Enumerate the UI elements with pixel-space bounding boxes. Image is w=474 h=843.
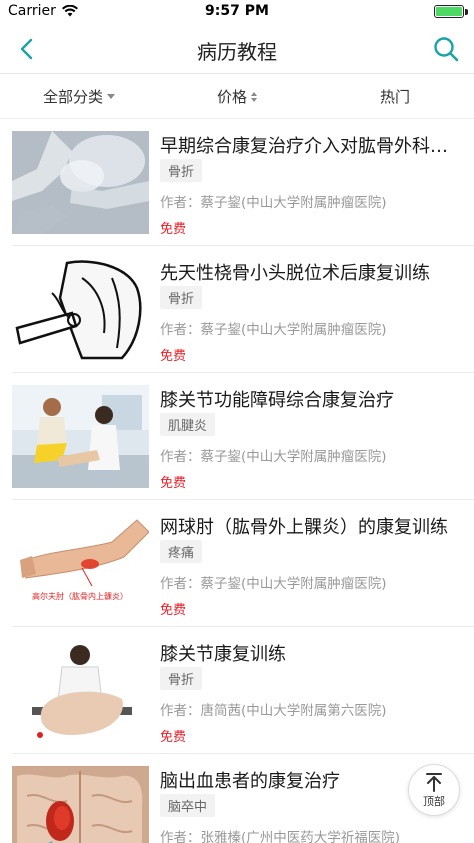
course-item[interactable]: 早期综合康复治疗介入对肱骨外科… 骨折 作者：蔡子鋆(中山大学附属肿瘤医院) 免…: [12, 119, 474, 246]
course-list: 早期综合康复治疗介入对肱骨外科… 骨折 作者：蔡子鋆(中山大学附属肿瘤医院) 免…: [0, 119, 474, 843]
course-author: 作者：蔡子鋆(中山大学附属肿瘤医院): [160, 576, 387, 592]
course-title: 膝关节康复训练: [160, 644, 286, 665]
course-tag: 骨折: [160, 286, 203, 309]
course-thumbnail-elbow: 高尔夫肘（肱骨内上髁炎）: [12, 512, 149, 615]
course-tag: 肌腱炎: [160, 413, 216, 436]
filter-category-label: 全部分类: [42, 88, 103, 106]
course-item[interactable]: 脑出血患者的康复治疗 脑卒中 作者：张雅榛(广州中医药大学祈福医院): [12, 754, 474, 843]
course-thumbnail-knee-training: [12, 639, 149, 742]
page-title: 病历教程: [197, 40, 277, 64]
course-author: 作者：唐简茜(中山大学附属第六医院): [160, 703, 387, 719]
filter-popular[interactable]: 热门: [316, 75, 474, 118]
course-title: 膝关节功能障碍综合康复治疗: [160, 390, 394, 411]
search-icon[interactable]: [432, 35, 460, 63]
course-tag: 脑卒中: [160, 794, 216, 817]
course-item[interactable]: 膝关节功能障碍综合康复治疗 肌腱炎 作者：蔡子鋆(中山大学附属肿瘤医院) 免费: [12, 373, 474, 500]
battery-cap: [465, 9, 468, 15]
course-tag: 骨折: [160, 667, 203, 690]
arrow-up-icon: [426, 772, 442, 792]
course-thumbnail-xray: [12, 131, 149, 234]
filter-price[interactable]: 价格: [158, 75, 316, 118]
course-price: 免费: [160, 476, 187, 491]
course-item[interactable]: 高尔夫肘（肱骨内上髁炎） 网球肘（肱骨外上髁炎）的康复训练 疼痛 作者：蔡子鋆(…: [12, 500, 474, 627]
back-to-top-button[interactable]: 顶部: [408, 764, 460, 816]
navigation-bar: 病历教程: [0, 24, 474, 74]
thumbnail-caption: 高尔夫肘（肱骨内上髁炎）: [32, 591, 128, 601]
course-thumbnail-brain: [12, 766, 149, 843]
battery-icon: [434, 5, 464, 18]
course-author: 作者：蔡子鋆(中山大学附属肿瘤医院): [160, 195, 387, 211]
course-thumbnail-knee-therapy: [12, 385, 149, 488]
course-title: 网球肘（肱骨外上髁炎）的康复训练: [160, 517, 448, 538]
course-item[interactable]: 膝关节康复训练 骨折 作者：唐简茜(中山大学附属第六医院) 免费: [12, 627, 474, 754]
status-time: 9:57 PM: [205, 3, 269, 19]
course-price: 免费: [160, 730, 187, 745]
course-author: 作者：蔡子鋆(中山大学附属肿瘤医院): [160, 322, 387, 338]
course-price: 免费: [160, 222, 187, 237]
course-title: 先天性桡骨小头脱位术后康复训练: [160, 263, 430, 284]
status-bar: Carrier 9:57 PM: [0, 0, 474, 24]
course-price: 免费: [160, 603, 187, 618]
filter-price-label: 价格: [216, 88, 247, 106]
filter-bar: 全部分类 价格 热门: [0, 75, 474, 119]
course-tag: 骨折: [160, 159, 203, 182]
course-tag: 疼痛: [160, 540, 203, 563]
back-to-top-label: 顶部: [423, 794, 445, 808]
course-item[interactable]: 先天性桡骨小头脱位术后康复训练 骨折 作者：蔡子鋆(中山大学附属肿瘤医院) 免费: [12, 246, 474, 373]
filter-popular-label: 热门: [379, 88, 410, 106]
battery-level: [436, 7, 462, 16]
course-title: 早期综合康复治疗介入对肱骨外科…: [160, 136, 448, 157]
sort-icon: [251, 91, 257, 102]
course-price: 免费: [160, 349, 187, 364]
caret-down-icon: [107, 94, 115, 99]
course-author: 作者：张雅榛(广州中医药大学祈福医院): [160, 830, 401, 843]
filter-category[interactable]: 全部分类: [0, 75, 158, 118]
course-author: 作者：蔡子鋆(中山大学附属肿瘤医院): [160, 449, 387, 465]
course-thumbnail-arm-drawing: [12, 258, 149, 361]
